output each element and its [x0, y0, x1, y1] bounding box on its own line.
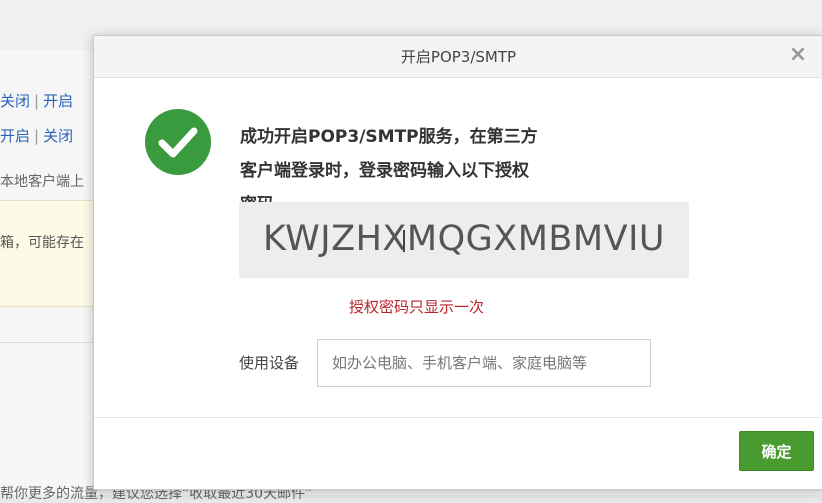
- bg-separator: |: [34, 92, 40, 110]
- background-client-text: 本地客户端上: [0, 174, 84, 190]
- auth-code-box: KWJZHXMQGXMBMVIU: [239, 202, 689, 278]
- device-label: 使用设备: [239, 354, 300, 372]
- background-notice-text: 箱，可能存在: [0, 235, 84, 251]
- confirm-button[interactable]: 确定: [739, 431, 814, 471]
- pop3-smtp-dialog: 开启POP3/SMTP × 成功开启POP3/SMTP服务，在第三方客户端登录时…: [93, 35, 822, 490]
- background-notice-box: [0, 200, 100, 307]
- background-toggle-row-1: 关闭 | 开启: [0, 90, 73, 111]
- check-circle-icon: [145, 109, 211, 175]
- bg-off-link-2[interactable]: 关闭: [43, 127, 73, 145]
- show-once-warning: 授权密码只显示一次: [348, 298, 484, 316]
- dialog-footer-divider: [94, 417, 822, 418]
- bg-off-link-1[interactable]: 关闭: [0, 92, 30, 110]
- bg-on-link-1[interactable]: 开启: [43, 92, 73, 110]
- dialog-title: 开启POP3/SMTP: [400, 48, 517, 66]
- text-cursor-icon: [403, 230, 405, 252]
- background-divider: [0, 342, 100, 343]
- bg-on-link-2[interactable]: 开启: [0, 127, 30, 145]
- auth-code: KWJZHXMQGXMBMVIU: [262, 219, 666, 259]
- bg-separator: |: [34, 127, 40, 145]
- close-icon[interactable]: ×: [787, 42, 809, 68]
- device-input[interactable]: [317, 339, 651, 387]
- dialog-header: 开启POP3/SMTP ×: [94, 36, 822, 78]
- background-toggle-row-2: 开启 | 关闭: [0, 125, 73, 146]
